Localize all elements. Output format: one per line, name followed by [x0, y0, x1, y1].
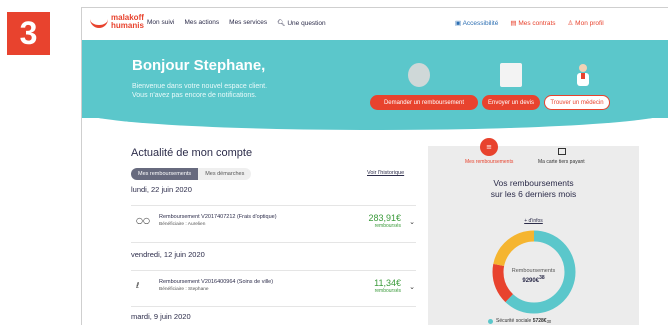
- profile-link[interactable]: ♙ Mon profil: [568, 19, 604, 27]
- chart-legend: Sécurité sociale 5728€ 30: [488, 318, 551, 324]
- panel-tab-carte[interactable]: Ma carte tiers payant: [538, 159, 585, 165]
- date-heading: vendredi, 12 juin 2020: [131, 250, 205, 259]
- coin-illustration-icon: [408, 63, 430, 87]
- brand-logo[interactable]: malakoff humanis: [90, 14, 144, 30]
- donut-center: Remboursements 9290€38: [428, 268, 639, 284]
- date-heading: mardi, 9 juin 2020: [131, 312, 191, 321]
- feed-title: Actualité de mon compte: [131, 147, 253, 159]
- welcome-text: Bienvenue dans votre nouvel espace clien…: [132, 82, 332, 100]
- nav-item-mon-suivi[interactable]: Mon suivi: [147, 19, 174, 27]
- divider: [131, 270, 416, 271]
- beneficiary-text: Bénéficiaire : Stephane: [159, 287, 209, 292]
- reimbursement-label: Remboursement V2017407212 (Frais d'optiq…: [159, 214, 277, 220]
- tab-demarches[interactable]: Mes démarches: [198, 168, 252, 180]
- feed-tabs: Mes remboursements Mes démarches: [131, 168, 252, 180]
- status-text: remboursés: [374, 223, 401, 229]
- reimbursement-row[interactable]: ○○ Remboursement V2017407212 (Frais d'op…: [131, 208, 421, 238]
- reimbursement-row[interactable]: ℓ Remboursement V2016400964 (Soins de vi…: [131, 273, 421, 303]
- amount-value: 283,91€: [368, 213, 401, 223]
- divider: [131, 205, 416, 206]
- welcome-line2: Vous n'avez pas encore de notifications.: [132, 92, 257, 99]
- greeting-heading: Bonjour Stephane,: [132, 57, 266, 74]
- profile-label: Mon profil: [575, 20, 604, 27]
- chevron-down-icon[interactable]: ⌄: [409, 283, 415, 291]
- contracts-label: Mes contrats: [518, 20, 556, 27]
- date-heading: lundi, 22 juin 2020: [131, 185, 192, 194]
- app-window: malakoff humanis Mon suivi Mes actions M…: [81, 7, 668, 325]
- doctor-illustration-icon: [572, 63, 594, 87]
- divider: [131, 306, 416, 307]
- legend-cents: 30: [546, 318, 552, 324]
- divider: [131, 242, 416, 243]
- legend-dot: [488, 318, 493, 324]
- panel-tab-remboursements[interactable]: Mes remboursements: [465, 159, 513, 165]
- total-value: 9290€: [522, 278, 540, 284]
- accessibility-icon: ▣: [455, 20, 463, 27]
- panel-title: Vos remboursements sur les 6 derniers mo…: [428, 178, 639, 200]
- tab-remboursements[interactable]: Mes remboursements: [131, 168, 199, 180]
- welcome-line1: Bienvenue dans votre nouvel espace clien…: [132, 83, 268, 90]
- contracts-link[interactable]: ▤ Mes contrats: [510, 19, 555, 27]
- total-cents: 38: [539, 275, 545, 281]
- find-doctor-button[interactable]: Trouver un médecin: [544, 95, 610, 110]
- panel-title-line2: sur les 6 derniers mois: [490, 189, 577, 199]
- search-icon: 🔍︎: [277, 20, 286, 27]
- document-illustration-icon: [500, 63, 522, 87]
- nav-question-label: Une question: [287, 20, 326, 27]
- more-info-link[interactable]: + d'infos: [428, 218, 639, 224]
- logo-line2: humanis: [111, 21, 144, 30]
- main-nav: Mon suivi Mes actions Mes services 🔍︎ Une…: [147, 19, 326, 27]
- chevron-down-icon[interactable]: ⌄: [409, 218, 415, 226]
- amount-value: 11,34€: [374, 278, 401, 288]
- history-link[interactable]: Voir l'historique: [367, 170, 404, 176]
- panel-title-line1: Vos remboursements: [493, 178, 574, 188]
- reimbursement-summary-panel: ≡ Mes remboursements Ma carte tiers paya…: [428, 138, 639, 325]
- nav-item-mes-services[interactable]: Mes services: [229, 19, 267, 27]
- donut-center-label: Remboursements: [511, 268, 556, 274]
- status-text: remboursés: [374, 288, 401, 294]
- top-navigation-bar: malakoff humanis Mon suivi Mes actions M…: [82, 8, 668, 40]
- nav-item-mes-actions[interactable]: Mes actions: [184, 19, 219, 27]
- hero-wave-shape: [82, 112, 668, 130]
- legend-label: Sécurité sociale: [496, 318, 532, 324]
- accessibility-link[interactable]: ▣ Accessibilité: [455, 19, 498, 27]
- donut-center-value: 9290€38: [428, 275, 639, 284]
- stethoscope-icon: ℓ: [136, 281, 140, 290]
- list-icon[interactable]: ≡: [480, 138, 498, 156]
- send-quote-button[interactable]: Envoyer un devis: [482, 95, 540, 110]
- account-nav: ▣ Accessibilité ▤ Mes contrats ♙ Mon pro…: [455, 19, 604, 27]
- accessibility-label: Accessibilité: [462, 20, 499, 27]
- reimbursement-label: Remboursement V2016400964 (Soins de vill…: [159, 279, 274, 285]
- glasses-icon: ○○: [136, 216, 150, 225]
- logo-smile-icon: [90, 16, 108, 28]
- nav-item-question[interactable]: 🔍︎ Une question: [277, 19, 326, 27]
- card-icon[interactable]: [558, 148, 566, 155]
- step-number-badge: 3: [7, 12, 50, 55]
- request-reimbursement-button[interactable]: Demander un remboursement: [370, 95, 478, 110]
- legend-value: 5728€: [532, 318, 547, 324]
- beneficiary-text: Bénéficiaire : Aurelien: [159, 222, 206, 227]
